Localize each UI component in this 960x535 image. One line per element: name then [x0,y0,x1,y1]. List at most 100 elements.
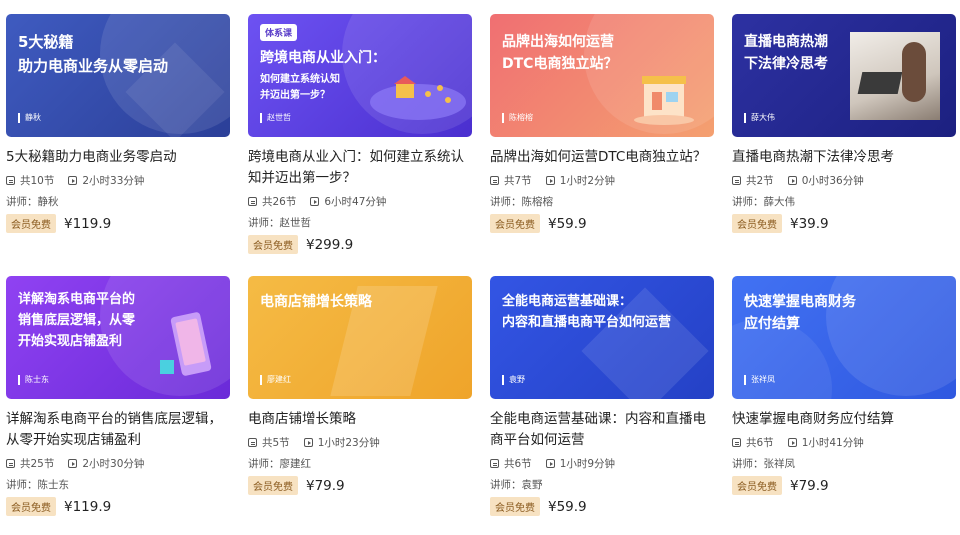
member-free-badge: 会员免费 [248,476,298,495]
course-cover[interactable]: 电商店铺增长策略 廖建红 [248,276,472,399]
cover-teacher: 张祥凤 [744,375,775,385]
duration: 6小时47分钟 [324,196,387,208]
course-title[interactable]: 直播电商热潮下法律冷思考 [732,147,956,168]
course-card[interactable]: 品牌出海如何运营 DTC电商独立站？ 陈榕榕 品牌出海如何运营DTC电商独立站？… [490,14,714,233]
list-icon [248,438,257,447]
cover-title-line: 应付结算 [744,316,800,332]
course-title[interactable]: 跨境电商从业入门：如何建立系统认知并迈出第一步？ [248,147,472,189]
cover-teacher: 薛大伟 [744,113,775,123]
course-meta: 共10节 2小时33分钟 [6,173,230,188]
cover-title-line: 快速掌握电商财务 [744,294,856,310]
lesson-count: 共6节 [504,458,532,470]
course-price: ¥59.9 [548,498,587,515]
list-icon [248,197,257,206]
price-row: 会员免费 ¥79.9 [732,476,956,495]
duration: 2小时33分钟 [82,175,145,187]
duration: 2小时30分钟 [82,458,145,470]
course-card[interactable]: 全能电商运营基础课： 内容和直播电商平台如何运营 袁野 全能电商运营基础课：内容… [490,276,714,516]
course-title[interactable]: 电商店铺增长策略 [248,409,472,430]
cover-teacher: 袁野 [502,375,525,385]
price-row: 会员免费 ¥299.9 [248,235,472,254]
course-cover[interactable]: 5大秘籍 助力电商业务从零启动 静秋 [6,14,230,137]
course-price: ¥59.9 [548,215,587,232]
course-cover[interactable]: 体系课 跨境电商从业入门： 如何建立系统认知 并迈出第一步？ 赵世哲 [248,14,472,137]
duration: 0小时36分钟 [801,175,864,187]
course-title[interactable]: 详解淘系电商平台的销售底层逻辑，从零开始实现店铺盈利 [6,409,230,451]
cover-title-line: 全能电商运营基础课： [502,294,633,309]
course-meta: 共6节 1小时41分钟 [732,435,956,450]
course-price: ¥299.9 [306,236,354,253]
cover-title-line: 开始实现店铺盈利 [18,334,123,349]
shop-illustration [634,76,694,125]
member-free-badge: 会员免费 [490,214,540,233]
list-icon [490,459,499,468]
duration: 1小时23分钟 [317,437,380,449]
cover-title-line: 5大秘籍 [18,33,74,51]
play-icon [68,176,78,185]
course-meta: 共2节 0小时36分钟 [732,173,956,188]
cover-title-line: 电商店铺增长策略 [260,294,372,310]
course-cover[interactable]: 快速掌握电商财务 应付结算 张祥凤 [732,276,956,399]
course-card[interactable]: 5大秘籍 助力电商业务从零启动 静秋 5大秘籍助力电商业务零启动 共10节 2小… [6,14,230,233]
course-cover[interactable]: 直播电商热潮 下法律冷思考 薛大伟 [732,14,956,137]
course-price: ¥39.9 [790,215,829,232]
course-teacher: 讲师：陈士东 [6,479,69,491]
lesson-count: 共10节 [20,175,55,187]
course-price: ¥79.9 [790,477,829,494]
member-free-badge: 会员免费 [732,476,782,495]
course-teacher: 讲师：陈榕榕 [490,196,553,208]
cover-teacher: 陈榕榕 [502,113,533,123]
phone-illustration [160,312,212,376]
lesson-count: 共6节 [746,437,774,449]
course-card[interactable]: 详解淘系电商平台的 销售底层逻辑，从零 开始实现店铺盈利 陈士东 详解淘系电商平… [6,276,230,516]
play-icon [545,459,555,468]
course-teacher: 讲师：廖建红 [248,458,311,470]
course-price: ¥119.9 [64,498,112,515]
course-card[interactable]: 体系课 跨境电商从业入门： 如何建立系统认知 并迈出第一步？ 赵世哲 跨境电商从… [248,14,472,254]
cover-title-line: 销售底层逻辑，从零 [18,313,136,328]
course-card[interactable]: 快速掌握电商财务 应付结算 张祥凤 快速掌握电商财务应付结算 共6节 1小时41… [732,276,956,495]
course-cover[interactable]: 品牌出海如何运营 DTC电商独立站？ 陈榕榕 [490,14,714,137]
member-free-badge: 会员免费 [248,235,298,254]
play-icon [787,176,797,185]
play-icon [545,176,555,185]
course-teacher: 讲师：薛大伟 [732,196,795,208]
cover-title-line: 内容和直播电商平台如何运营 [502,315,672,330]
duration: 1小时41分钟 [801,437,864,449]
cover-teacher: 陈士东 [18,375,49,385]
list-icon [6,176,15,185]
member-free-badge: 会员免费 [6,214,56,233]
play-icon [68,459,78,468]
photo-thumbnail [850,32,940,120]
course-card[interactable]: 直播电商热潮 下法律冷思考 薛大伟 直播电商热潮下法律冷思考 共2节 0小时36… [732,14,956,233]
price-row: 会员免费 ¥119.9 [6,497,230,516]
member-free-badge: 会员免费 [6,497,56,516]
course-title[interactable]: 5大秘籍助力电商业务零启动 [6,147,230,168]
course-teacher: 讲师：袁野 [490,479,543,491]
duration: 1小时2分钟 [559,175,616,187]
play-icon [310,197,320,206]
cover-teacher: 赵世哲 [260,113,291,123]
member-free-badge: 会员免费 [490,497,540,516]
cover-title-line: 详解淘系电商平台的 [18,292,136,307]
course-cover[interactable]: 详解淘系电商平台的 销售底层逻辑，从零 开始实现店铺盈利 陈士东 [6,276,230,399]
course-cover[interactable]: 全能电商运营基础课： 内容和直播电商平台如何运营 袁野 [490,276,714,399]
course-teacher: 讲师：赵世哲 [248,217,311,229]
play-icon [787,438,797,447]
cover-teacher: 廖建红 [260,375,291,385]
course-title[interactable]: 快速掌握电商财务应付结算 [732,409,956,430]
course-price: ¥119.9 [64,215,112,232]
course-meta: 共6节 1小时9分钟 [490,456,714,471]
course-teacher: 讲师：静秋 [6,196,59,208]
course-title[interactable]: 全能电商运营基础课：内容和直播电商平台如何运营 [490,409,714,451]
duration: 1小时9分钟 [559,458,616,470]
lesson-count: 共2节 [746,175,774,187]
cover-title-line: 下法律冷思考 [744,56,828,72]
play-icon [303,438,313,447]
course-title[interactable]: 品牌出海如何运营DTC电商独立站？ [490,147,714,168]
course-price: ¥79.9 [306,477,345,494]
course-card[interactable]: 电商店铺增长策略 廖建红 电商店铺增长策略 共5节 1小时23分钟 讲师：廖建红… [248,276,472,495]
lesson-count: 共25节 [20,458,55,470]
cover-title-line: 并迈出第一步？ [260,90,330,101]
series-tag: 体系课 [260,24,298,41]
